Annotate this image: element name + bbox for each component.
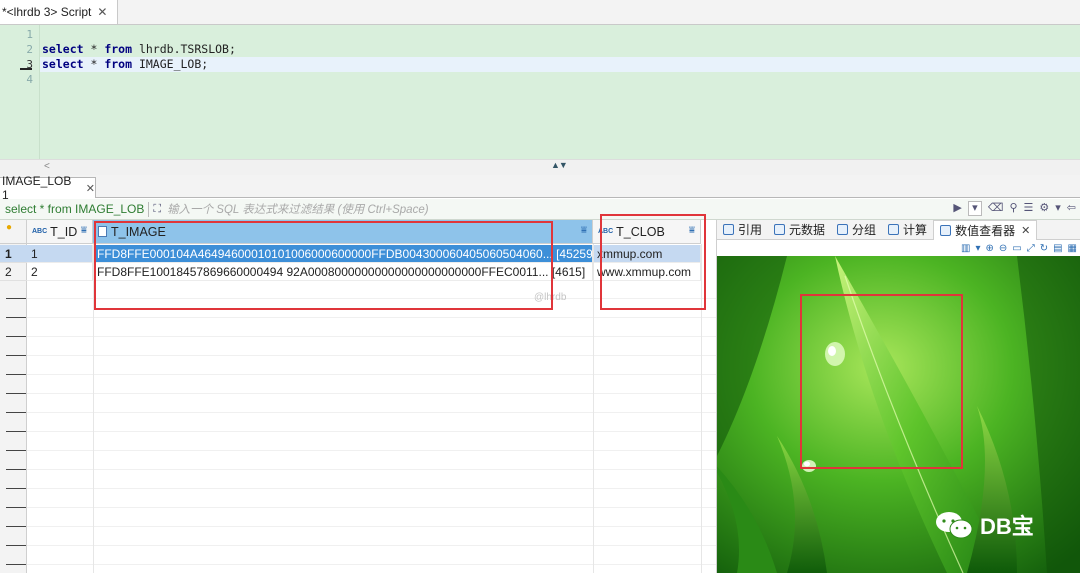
annotation-box-image-column — [94, 221, 553, 310]
erase-filter-icon[interactable]: ⌫ — [988, 201, 1004, 216]
editor-tabstrip: *<lhrdb 3> Script ✕ — [0, 0, 1080, 25]
fit-window-icon[interactable]: ▭ — [1012, 243, 1021, 254]
row-tick — [6, 298, 26, 299]
current-line-marker — [20, 68, 32, 70]
column-header-label: T_ID — [50, 224, 78, 239]
row-tick — [6, 336, 26, 337]
image-toolbar: ▥ ▾ ⊕ ⊖ ▭ ⤢ ↻ ▤ ▦ — [717, 240, 1080, 256]
tab-references[interactable]: 引用 — [717, 220, 768, 240]
code-area[interactable]: select * from lhrdb.TSRSLOB; select * fr… — [40, 25, 1080, 159]
table-cell[interactable]: 2 — [27, 263, 93, 281]
line-number-gutter: 1 2 3 4 — [10, 25, 40, 159]
load-icon[interactable]: ▦ — [1068, 243, 1077, 254]
script-tab-title: *<lhrdb 3> Script — [2, 5, 92, 19]
column-filter-icon[interactable]: ⩸ — [81, 225, 87, 236]
expand-icon[interactable]: ⛶ — [153, 203, 161, 216]
script-tab[interactable]: *<lhrdb 3> Script ✕ — [0, 0, 118, 25]
zoom-in-icon[interactable]: ⊕ — [985, 243, 993, 254]
grouping-icon — [837, 224, 849, 235]
tab-calculate[interactable]: 计算 — [882, 220, 933, 240]
collapse-panel-icon[interactable]: ▲▼ — [551, 160, 568, 170]
results-tab[interactable]: IMAGE_LOB 1 ✕ — [0, 174, 96, 202]
line-number: 4 — [26, 73, 33, 86]
row-number[interactable]: 2 — [0, 263, 27, 281]
brand-watermark-text: DB宝 — [980, 514, 1034, 539]
row-number[interactable]: 1 — [0, 245, 27, 263]
code-line[interactable]: select * from lhrdb.TSRSLOB; — [42, 42, 236, 57]
metadata-icon — [774, 224, 786, 235]
text-type-icon: ABC — [32, 228, 48, 235]
row-tick — [6, 393, 26, 394]
references-icon — [723, 224, 734, 235]
filter-settings-icon[interactable]: ⚲ — [1009, 201, 1017, 216]
row-tick — [6, 469, 26, 470]
row-tick — [6, 412, 26, 413]
back-icon[interactable]: ⇦ — [1067, 201, 1076, 216]
row-tick — [6, 545, 26, 546]
gear-icon[interactable]: ⚙ — [1039, 201, 1049, 216]
scroll-left-icon[interactable]: < — [44, 161, 50, 172]
row-tick — [6, 374, 26, 375]
tab-value-viewer[interactable]: 数值查看器 ✕ — [933, 219, 1038, 240]
close-icon[interactable]: ✕ — [97, 5, 107, 19]
filter-input[interactable]: 输入一个 SQL 表达式来过滤结果 (使用 Ctrl+Space) — [167, 201, 428, 217]
column-filter-icon[interactable]: ⩸ — [581, 225, 587, 236]
calculate-icon — [888, 224, 900, 235]
original-size-icon[interactable]: ⤢ — [1027, 243, 1035, 254]
chat-bubbles-icon — [934, 510, 974, 540]
row-tick — [6, 355, 26, 356]
filter-query-label: select * from IMAGE_LOB — [5, 202, 145, 216]
results-tabstrip: IMAGE_LOB 1 ✕ — [0, 174, 1080, 202]
run-filter-icon[interactable]: ▶ — [953, 201, 961, 216]
filter-bar: select * from IMAGE_LOB ⛶ 输入一个 SQL 表达式来过… — [0, 199, 1080, 220]
filter-toolbar: ▶ ▾ ⌫ ⚲ ☰ ⚙ ▾ ⇦ — [953, 201, 1076, 216]
brand-watermark: DB宝 — [934, 509, 1034, 541]
close-icon[interactable]: ✕ — [1021, 224, 1030, 237]
column-header-t-id[interactable]: ABC T_ID ⩸ — [27, 220, 93, 244]
row-tick — [6, 488, 26, 489]
row-tick — [6, 431, 26, 432]
annotation-box-clob-column — [600, 214, 706, 310]
results-tab-title: IMAGE_LOB 1 — [2, 174, 72, 202]
chevron-down-icon[interactable]: ▾ — [975, 243, 980, 254]
row-tick — [6, 507, 26, 508]
row-tick — [6, 450, 26, 451]
editor-horizontal-scrollbar[interactable]: < ▲▼ — [0, 159, 1080, 175]
code-line-current[interactable]: select * from IMAGE_LOB; — [40, 57, 1080, 72]
row-header-column: ● 1 2 — [0, 220, 27, 573]
zoom-out-icon[interactable]: ⊖ — [999, 243, 1007, 254]
save-icon[interactable]: ▤ — [1053, 243, 1062, 254]
row-tick — [6, 317, 26, 318]
row-tick — [6, 526, 26, 527]
annotation-box-image — [800, 294, 963, 469]
content-type-icon[interactable]: ▥ — [961, 243, 970, 254]
sql-editor[interactable]: 1 2 3 4 select * from lhrdb.TSRSLOB; sel… — [0, 25, 1080, 159]
chevron-down-icon[interactable]: ▾ — [1055, 201, 1061, 216]
panel-tabs: 引用 元数据 分组 计算 数值查看器 ✕ — [717, 219, 1080, 240]
grid-lines — [27, 280, 716, 573]
line-number: 1 — [26, 28, 33, 41]
row-tick — [6, 564, 26, 565]
filter-config-icon[interactable]: ☰ — [1024, 201, 1034, 216]
line-number: 2 — [26, 43, 33, 56]
grid-vline — [593, 244, 594, 573]
tab-metadata[interactable]: 元数据 — [768, 220, 831, 240]
tab-grouping[interactable]: 分组 — [831, 220, 882, 240]
value-viewer-icon — [940, 224, 952, 236]
star-icon: ● — [6, 222, 13, 233]
table-cell[interactable]: 1 — [27, 245, 93, 263]
close-icon[interactable]: ✕ — [86, 182, 95, 195]
rotate-icon[interactable]: ↻ — [1040, 243, 1048, 254]
divider — [148, 201, 150, 217]
grid-corner[interactable]: ● — [0, 220, 27, 244]
filter-history-dropdown[interactable]: ▾ — [967, 201, 982, 216]
